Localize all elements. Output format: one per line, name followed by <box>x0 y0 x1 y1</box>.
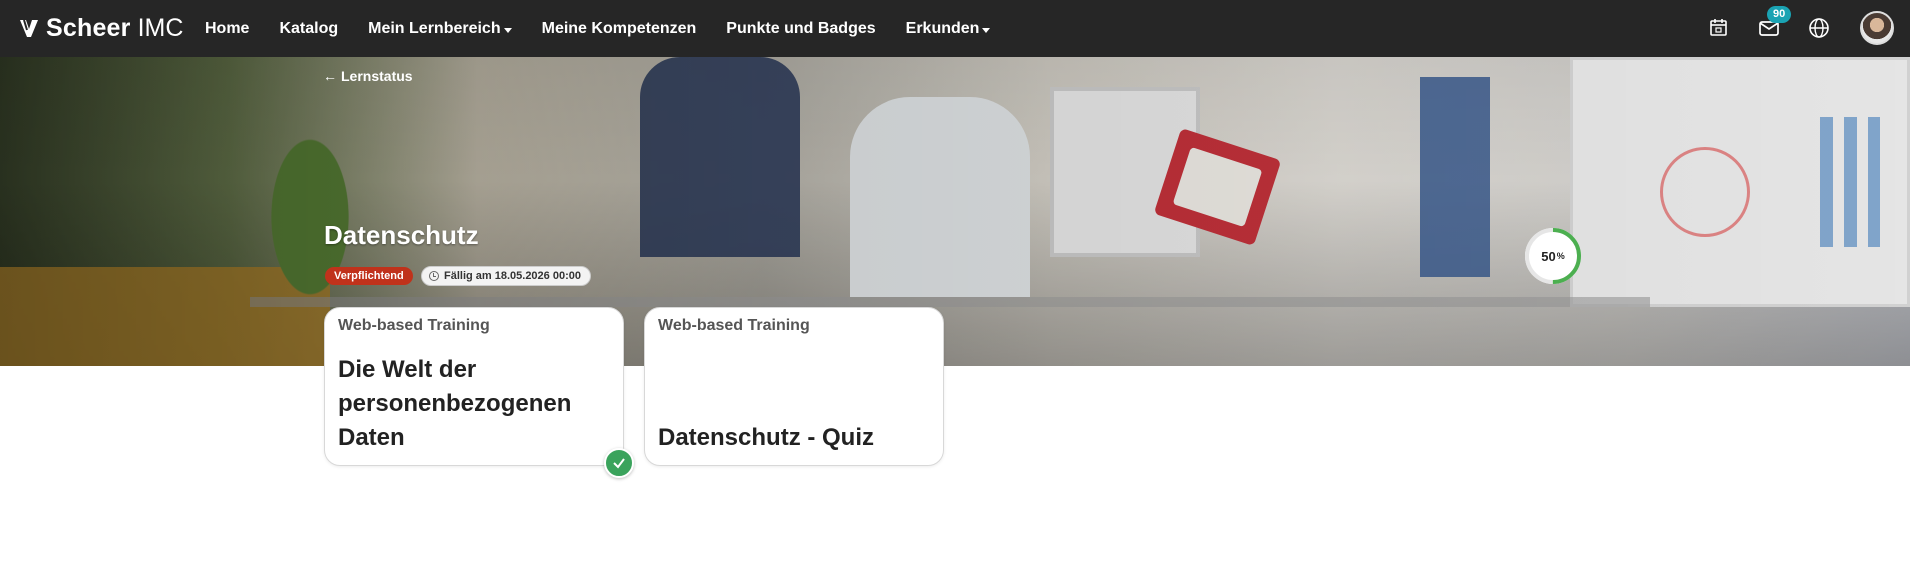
progress-value: 50% <box>1523 226 1583 286</box>
hero-banner: ← Lernstatus <box>0 57 1910 366</box>
course-card[interactable]: Web-based Training Die Welt der personen… <box>324 307 624 466</box>
progress-number: 50 <box>1541 248 1556 264</box>
completed-check-icon <box>604 448 634 478</box>
messages-count-badge: 90 <box>1767 6 1792 23</box>
nav-item-label: Erkunden <box>905 19 980 37</box>
nav-item-label: Home <box>205 19 250 37</box>
nav-item-mein-lernbereich[interactable]: Mein Lernbereich <box>368 19 512 38</box>
globe-icon[interactable] <box>1807 16 1831 40</box>
brand-logo[interactable]: Scheer IMC <box>18 12 183 44</box>
required-badge: Verpflichtend <box>325 267 413 285</box>
chevron-down-icon <box>503 27 512 33</box>
nav-item-label: Katalog <box>279 19 339 37</box>
clock-icon <box>429 271 439 281</box>
brand-name-bold: Scheer <box>46 13 131 42</box>
nav-item-home[interactable]: Home <box>205 20 249 38</box>
nav-item-katalog[interactable]: Katalog <box>279 20 338 38</box>
nav-item-meine-kompetenzen[interactable]: Meine Kompetenzen <box>542 20 697 38</box>
nav-item-label: Punkte und Badges <box>726 19 876 37</box>
course-card[interactable]: Web-based Training Datenschutz - Quiz <box>644 307 944 466</box>
card-type-label: Web-based Training <box>658 317 810 334</box>
avatar[interactable] <box>1860 11 1894 45</box>
logo-icon <box>18 17 40 39</box>
due-date-badge: Fällig am 18.05.2026 00:00 <box>421 266 591 286</box>
hero-overlay <box>0 57 1910 366</box>
top-navigation-bar: Scheer IMC Home Katalog Mein Lernbereich… <box>0 0 1910 57</box>
main-nav: Home Katalog Mein Lernbereich Meine Komp… <box>205 0 1020 57</box>
back-link-label: Lernstatus <box>341 68 413 84</box>
back-link[interactable]: ← Lernstatus <box>323 68 413 84</box>
due-date-label: Fällig am 18.05.2026 00:00 <box>444 270 581 282</box>
nav-item-label: Mein Lernbereich <box>368 19 501 37</box>
progress-unit: % <box>1556 251 1565 261</box>
page-title: Datenschutz <box>324 220 479 250</box>
chevron-down-icon <box>982 27 991 33</box>
nav-item-punkte-und-badges[interactable]: Punkte und Badges <box>726 20 875 38</box>
arrow-left-icon: ← <box>323 68 337 84</box>
card-type-label: Web-based Training <box>338 317 490 334</box>
card-title: Datenschutz - Quiz <box>658 424 875 451</box>
nav-item-erkunden[interactable]: Erkunden <box>906 20 991 38</box>
brand-name-light: IMC <box>137 13 184 42</box>
nav-item-label: Meine Kompetenzen <box>541 19 697 37</box>
card-title: Die Welt der personenbezogenen Daten <box>338 356 572 451</box>
calendar-icon[interactable] <box>1707 16 1731 40</box>
